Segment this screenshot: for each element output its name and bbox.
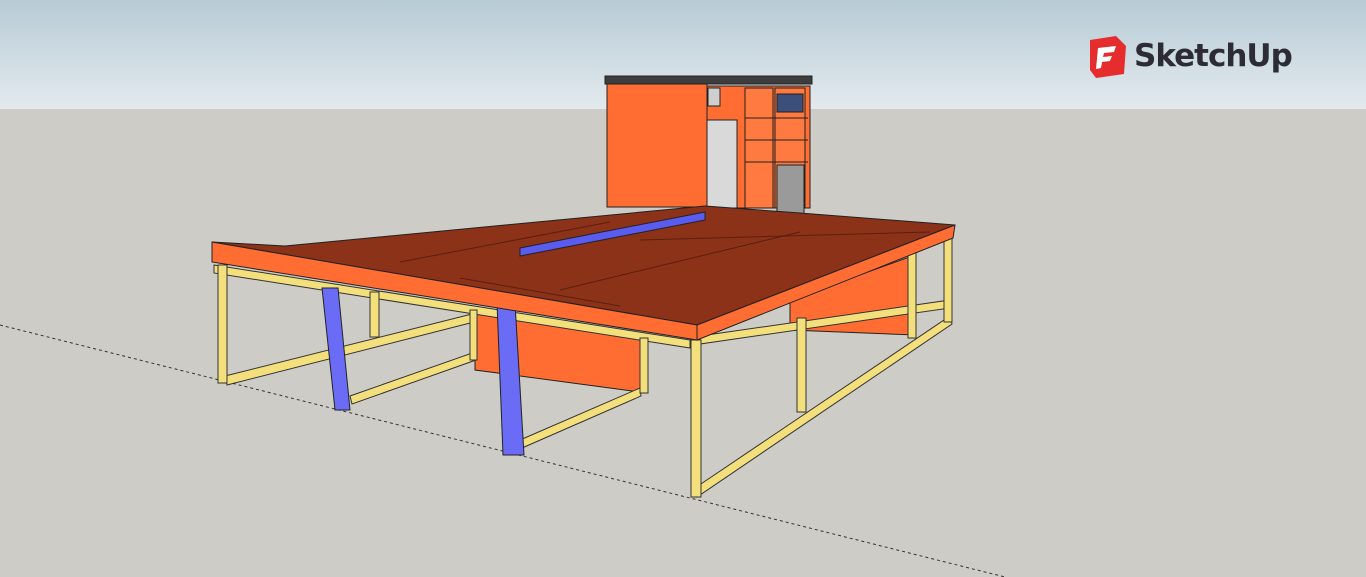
- model-scene[interactable]: [0, 0, 1366, 577]
- sketchup-logo-text: SketchUp: [1134, 38, 1293, 74]
- sketchup-logo: SketchUp: [1088, 34, 1293, 78]
- sketchup-logo-icon: [1090, 36, 1126, 78]
- back-cabinet[interactable]: [604, 75, 813, 226]
- 3d-viewport[interactable]: SketchUp: [0, 0, 1366, 577]
